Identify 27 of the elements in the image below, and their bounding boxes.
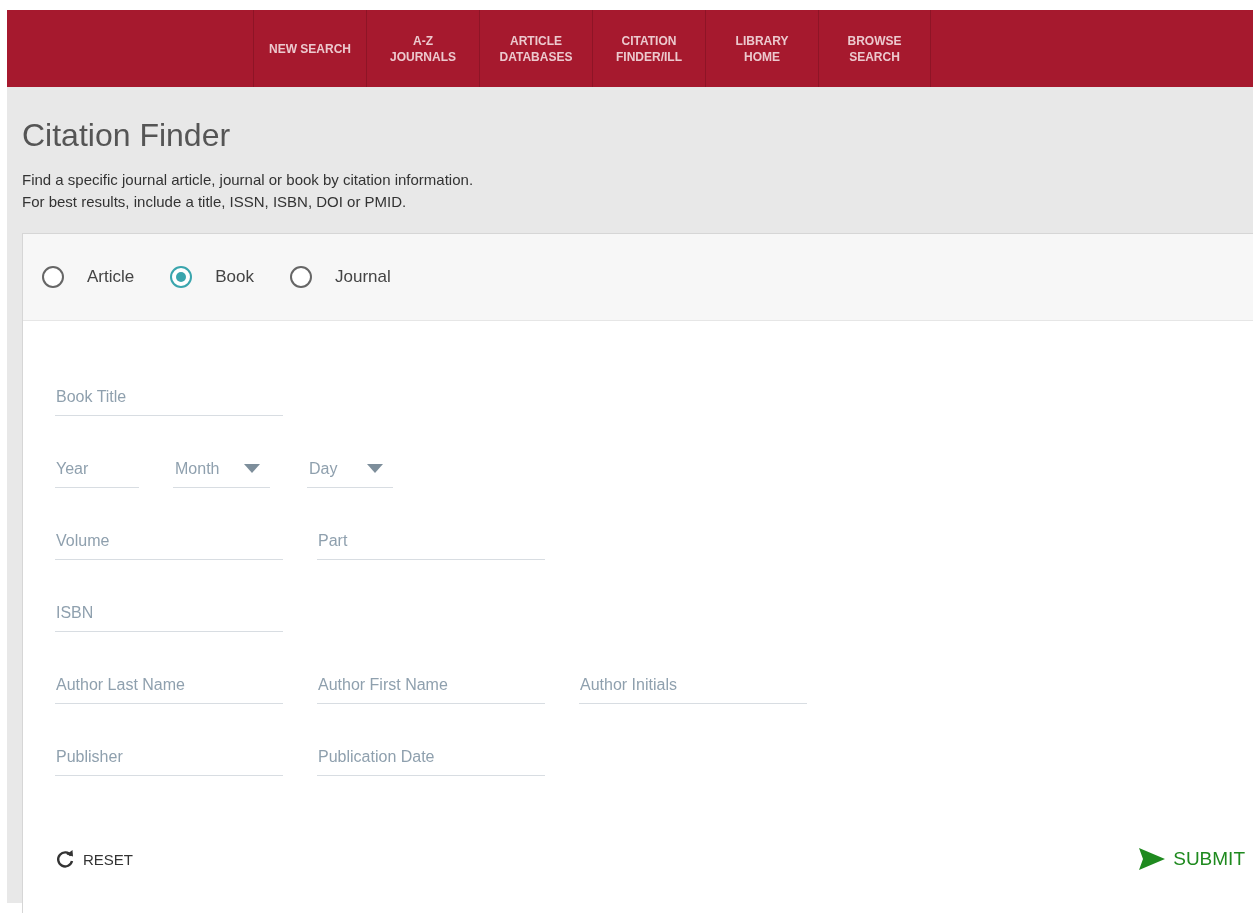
reset-icon: [55, 849, 75, 869]
input-field[interactable]: Part: [317, 522, 545, 560]
input-field[interactable]: Author Initials: [579, 666, 807, 704]
description-text: Find a specific journal article, journal or book by citation information.: [22, 170, 475, 190]
input-field[interactable]: Volume: [55, 522, 283, 560]
caret-icon: [244, 464, 260, 473]
input-field[interactable]: Author First Name: [317, 666, 545, 704]
radio-button[interactable]: [290, 266, 312, 288]
submit-button[interactable]: SUBMIT: [1139, 844, 1245, 874]
input-field[interactable]: ISBN: [55, 594, 283, 632]
description-text: For best results, include a title, ISSN, ISBN, DOI or PMID.: [22, 192, 408, 212]
radio-label[interactable]: Book: [215, 267, 254, 287]
page-title: Citation Finder: [22, 116, 232, 155]
send-icon: [1139, 848, 1166, 870]
radio-button[interactable]: [170, 266, 193, 288]
caret-icon: [367, 464, 383, 473]
dropdown-field[interactable]: Month: [173, 450, 270, 488]
reset-button[interactable]: RESET: [55, 845, 133, 873]
input-field[interactable]: Author Last Name: [55, 666, 283, 704]
radio-label[interactable]: Journal: [335, 267, 391, 287]
input-field[interactable]: Book Title: [55, 378, 283, 416]
input-field[interactable]: Publication Date: [317, 738, 545, 776]
radio-label[interactable]: Article: [87, 267, 135, 287]
input-field[interactable]: Publisher: [55, 738, 283, 776]
radio-button[interactable]: [42, 266, 64, 288]
input-field[interactable]: Year: [55, 450, 139, 488]
dropdown-field[interactable]: Day: [307, 450, 393, 488]
